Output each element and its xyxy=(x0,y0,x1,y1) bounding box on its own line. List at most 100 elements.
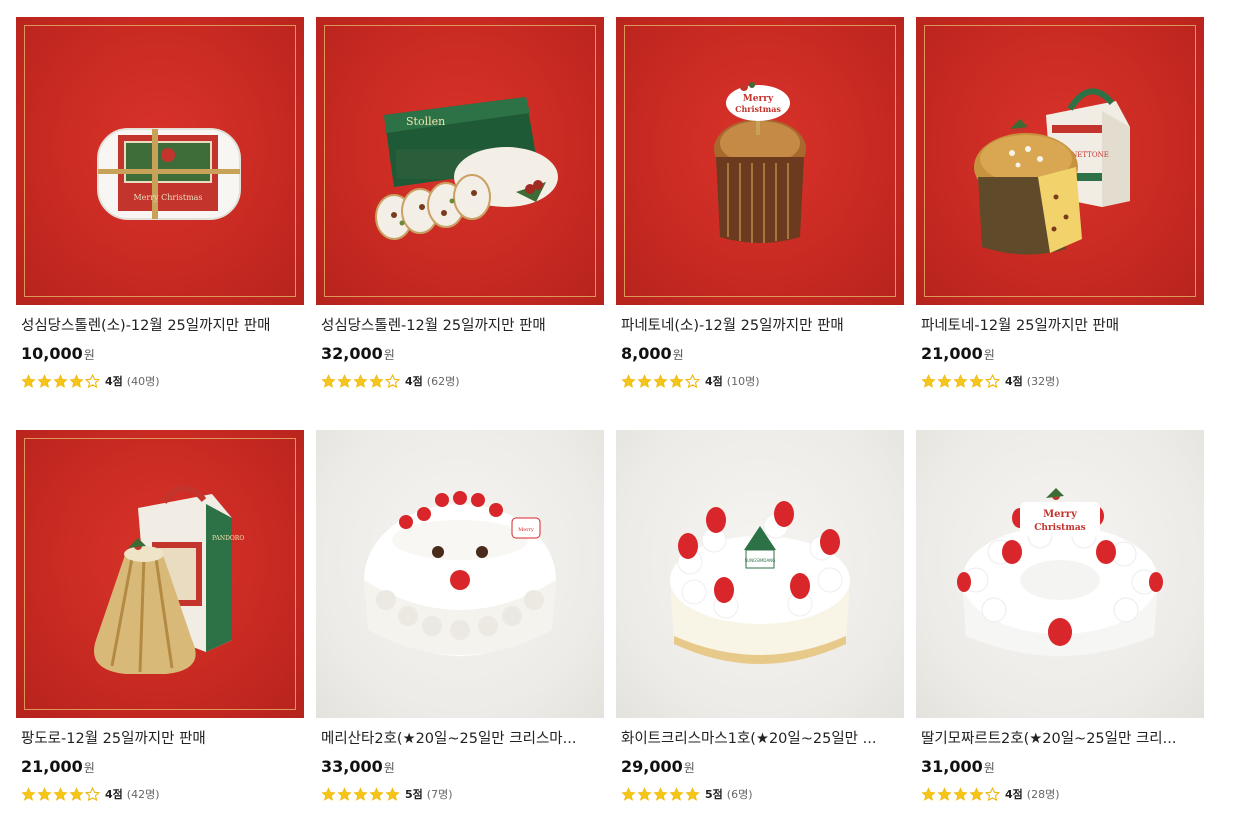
star-filled-icon xyxy=(969,373,984,388)
review-count: (6명) xyxy=(726,788,753,801)
star-filled-icon xyxy=(353,373,368,388)
star-filled-icon xyxy=(653,786,668,801)
star-filled-icon xyxy=(321,786,336,801)
product-card[interactable]: Merry Christmas 파네토네(소)-12월 25일까지만 판매 8,… xyxy=(616,17,904,389)
star-rating xyxy=(621,373,701,389)
product-image[interactable]: SUNGSIMDANG xyxy=(616,430,904,718)
product-price: 10,000원 xyxy=(21,344,95,363)
svg-text:Merry Christmas: Merry Christmas xyxy=(133,193,202,202)
product-card[interactable]: PANETTONE 파네토네-12월 25일까지만 판매 21,000원 4점 … xyxy=(916,17,1204,389)
product-price: 8,000원 xyxy=(621,344,684,363)
svg-text:Merry: Merry xyxy=(518,527,534,533)
product-rating: 4점 (40명) xyxy=(16,373,304,389)
star-empty-icon xyxy=(685,373,700,388)
star-empty-icon xyxy=(985,786,1000,801)
product-image[interactable]: PANDORO xyxy=(16,430,304,718)
review-count: (7명) xyxy=(426,788,453,801)
star-empty-icon xyxy=(985,373,1000,388)
star-empty-icon xyxy=(85,786,100,801)
star-filled-icon xyxy=(621,373,636,388)
star-rating xyxy=(921,786,1001,802)
star-filled-icon xyxy=(637,373,652,388)
star-filled-icon xyxy=(337,373,352,388)
product-rating: 4점 (10명) xyxy=(616,373,904,389)
star-filled-icon xyxy=(953,786,968,801)
product-rating: 5점 (7명) xyxy=(316,786,604,802)
product-price: 31,000원 xyxy=(921,757,995,776)
product-image[interactable]: Stollen xyxy=(316,17,604,305)
star-rating xyxy=(621,786,701,802)
star-filled-icon xyxy=(385,786,400,801)
product-card[interactable]: PANDORO 팡도로-12월 25일까지만 판매 21,000원 4점 (42… xyxy=(16,430,304,802)
review-count: (28명) xyxy=(1026,788,1060,801)
star-filled-icon xyxy=(669,373,684,388)
rating-score: 4점 xyxy=(105,375,123,388)
product-name[interactable]: 파네토네(소)-12월 25일까지만 판매 xyxy=(616,317,899,335)
product-image[interactable]: Merry Christmas xyxy=(16,17,304,305)
review-count: (10명) xyxy=(726,375,760,388)
product-name[interactable]: 팡도로-12월 25일까지만 판매 xyxy=(16,730,299,748)
star-filled-icon xyxy=(369,786,384,801)
product-card[interactable]: Merry 메리산타2호(★20일~25일만 크리스마... 33,000원 5… xyxy=(316,430,604,802)
product-price: 21,000원 xyxy=(921,344,995,363)
star-filled-icon xyxy=(921,786,936,801)
star-filled-icon xyxy=(69,786,84,801)
product-name[interactable]: 파네토네-12월 25일까지만 판매 xyxy=(916,317,1199,335)
svg-text:Christmas: Christmas xyxy=(735,104,781,114)
star-filled-icon xyxy=(21,786,36,801)
star-filled-icon xyxy=(21,373,36,388)
star-filled-icon xyxy=(953,373,968,388)
star-empty-icon xyxy=(85,373,100,388)
star-filled-icon xyxy=(321,373,336,388)
star-rating xyxy=(321,786,401,802)
product-image[interactable]: PANETTONE xyxy=(916,17,1204,305)
product-image[interactable]: Merry Christmas xyxy=(916,430,1204,718)
rating-score: 4점 xyxy=(705,375,723,388)
product-rating: 4점 (62명) xyxy=(316,373,604,389)
rating-score: 4점 xyxy=(1005,375,1023,388)
product-price: 33,000원 xyxy=(321,757,395,776)
pandoro-icon: PANDORO xyxy=(94,485,244,674)
svg-text:PANDORO: PANDORO xyxy=(212,535,244,542)
star-filled-icon xyxy=(37,373,52,388)
rating-score: 5점 xyxy=(405,788,423,801)
product-name[interactable]: 딸기모짜르트2호(★20일~25일만 크리... xyxy=(916,730,1199,748)
santa-cake-icon: Merry xyxy=(364,491,556,656)
product-price: 21,000원 xyxy=(21,757,95,776)
star-rating xyxy=(321,373,401,389)
product-image[interactable]: Merry xyxy=(316,430,604,718)
product-name[interactable]: 메리산타2호(★20일~25일만 크리스마... xyxy=(316,730,599,748)
panettone-box-icon: PANETTONE xyxy=(974,88,1130,255)
star-filled-icon xyxy=(669,786,684,801)
product-image[interactable]: Merry Christmas xyxy=(616,17,904,305)
rating-score: 4점 xyxy=(405,375,423,388)
svg-text:Merry: Merry xyxy=(1043,509,1078,520)
strawberry-mozart-cake-icon: Merry Christmas xyxy=(957,488,1163,656)
svg-text:Stollen: Stollen xyxy=(406,115,445,128)
star-filled-icon xyxy=(937,786,952,801)
rating-score: 4점 xyxy=(1005,788,1023,801)
product-card[interactable]: Merry Christmas 성심당스톨렌(소)-12월 25일까지만 판매 … xyxy=(16,17,304,389)
product-card[interactable]: SUNGSIMDANG 화이트크리스마스1호(★20일~25일만 ... 29,… xyxy=(616,430,904,802)
product-card[interactable]: Stollen 성심당스톨렌-12월 25일까지만 판매 32,000원 4점 … xyxy=(316,17,604,389)
product-rating: 4점 (42명) xyxy=(16,786,304,802)
product-name[interactable]: 성심당스톨렌(소)-12월 25일까지만 판매 xyxy=(16,317,299,335)
product-card[interactable]: Merry Christmas 딸기모짜르트2호(★20일~25일만 크리...… xyxy=(916,430,1204,802)
product-name[interactable]: 화이트크리스마스1호(★20일~25일만 ... xyxy=(616,730,899,748)
svg-text:SUNGSIMDANG: SUNGSIMDANG xyxy=(745,558,776,563)
star-rating xyxy=(21,373,101,389)
star-filled-icon xyxy=(369,373,384,388)
rating-score: 4점 xyxy=(105,788,123,801)
star-rating xyxy=(21,786,101,802)
star-filled-icon xyxy=(37,786,52,801)
product-rating: 4점 (28명) xyxy=(916,786,1204,802)
star-filled-icon xyxy=(653,373,668,388)
star-filled-icon xyxy=(969,786,984,801)
review-count: (42명) xyxy=(126,788,160,801)
star-filled-icon xyxy=(937,373,952,388)
product-name[interactable]: 성심당스톨렌-12월 25일까지만 판매 xyxy=(316,317,599,335)
review-count: (40명) xyxy=(126,375,160,388)
svg-text:Merry: Merry xyxy=(743,94,774,104)
svg-text:Christmas: Christmas xyxy=(1034,523,1086,533)
star-filled-icon xyxy=(621,786,636,801)
